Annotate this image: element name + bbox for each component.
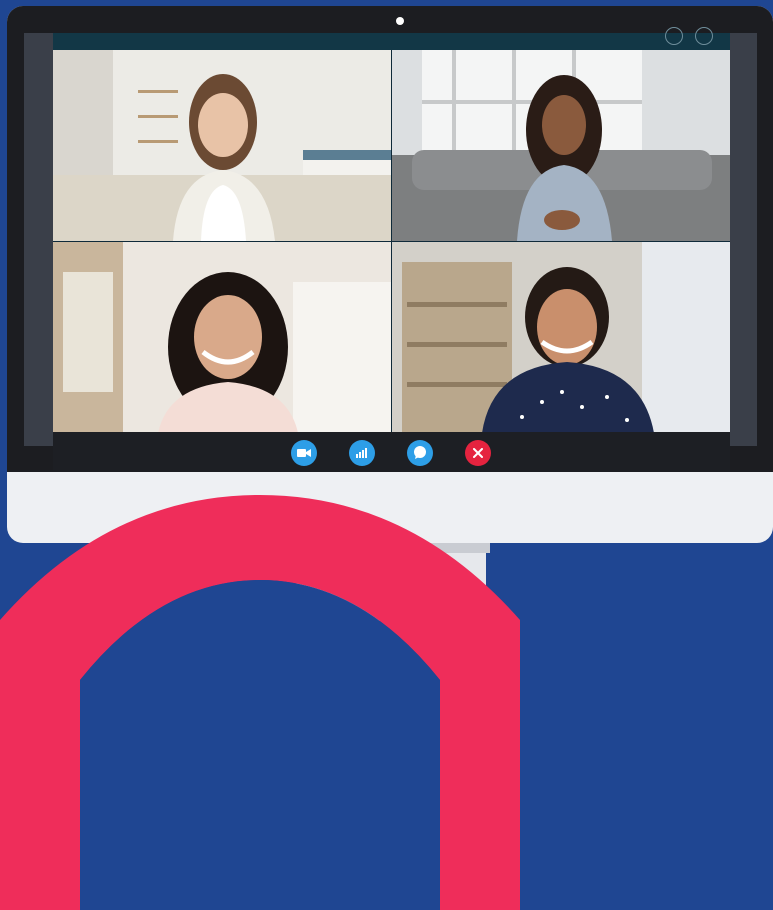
minimize-icon[interactable] bbox=[665, 27, 683, 45]
maximize-icon[interactable] bbox=[695, 27, 713, 45]
webcam-dot bbox=[396, 17, 404, 25]
participant-tile-3[interactable] bbox=[53, 242, 391, 433]
window-titlebar bbox=[53, 27, 730, 50]
participant-tile-1[interactable] bbox=[53, 50, 391, 241]
end-call-button[interactable] bbox=[465, 440, 491, 466]
call-controls-bar bbox=[53, 432, 730, 470]
participant-grid bbox=[53, 50, 730, 433]
chat-bubble-icon bbox=[414, 446, 426, 459]
signal-button[interactable] bbox=[349, 440, 375, 466]
signal-bars-icon bbox=[356, 448, 367, 458]
video-call-window bbox=[53, 27, 730, 470]
chat-button[interactable] bbox=[407, 440, 433, 466]
video-button[interactable] bbox=[291, 440, 317, 466]
close-icon bbox=[473, 448, 483, 458]
participant-tile-4[interactable] bbox=[392, 242, 730, 433]
video-camera-icon bbox=[297, 449, 311, 457]
decorative-pink-arc bbox=[0, 495, 520, 910]
participant-tile-2[interactable] bbox=[392, 50, 730, 241]
